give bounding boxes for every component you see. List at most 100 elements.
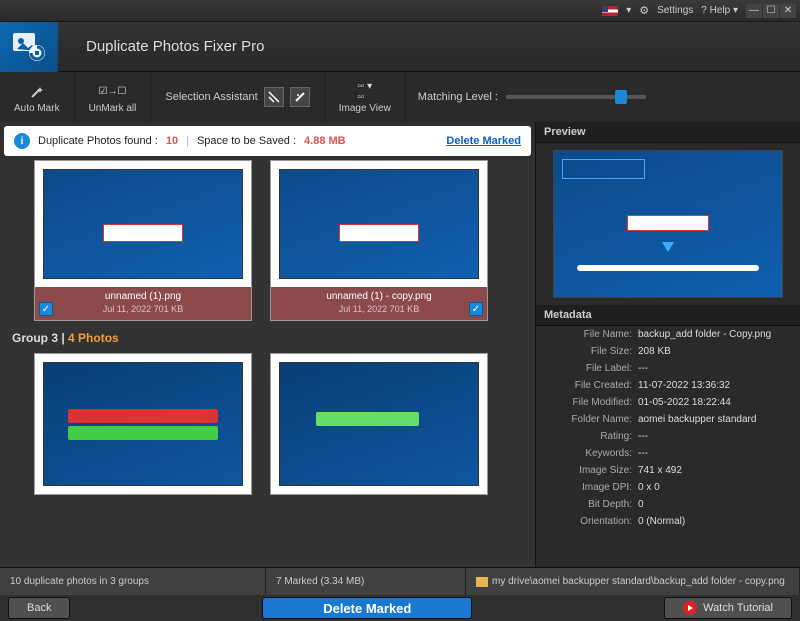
settings-link[interactable]: Settings [657,5,693,16]
image-view-button[interactable]: ▫▫ ▾▫▫ Image View [325,72,406,122]
play-icon [683,601,697,615]
toolbar: Auto Mark ☑→☐ UnMark all Selection Assis… [0,72,800,122]
metadata-row: File Label: --- [536,360,800,377]
maximize-button[interactable]: ☐ [763,4,779,18]
thumbnail-card[interactable] [34,353,252,495]
metadata-row: Folder Name: aomei backupper standard [536,411,800,428]
footer: Back Delete Marked Watch Tutorial [0,595,800,621]
metadata-label: Image DPI: [544,482,632,493]
unmark-icon: ☑→☐ [99,83,127,101]
metadata-row: File Name: backup_add folder - Copy.png [536,326,800,343]
watch-tutorial-button[interactable]: Watch Tutorial [664,597,792,619]
metadata-label: Rating: [544,431,632,442]
gear-icon[interactable] [639,4,649,17]
help-link[interactable]: ? Help ▾ [701,5,738,16]
selection-assistant-label: Selection Assistant [165,91,257,103]
thumbnail-image [279,362,479,486]
grid-icon: ▫▫ ▾▫▫ [357,83,372,101]
thumbnail-grid: ✓ unnamed (1).png Jul 11, 2022 701 KB ✓ … [0,160,535,567]
selection-tool-1[interactable] [264,87,284,107]
metadata-label: File Label: [544,363,632,374]
metadata-row: Bit Depth: 0 [536,496,800,513]
metadata-row: Image Size: 741 x 492 [536,462,800,479]
folder-icon [476,577,488,587]
metadata-label: File Modified: [544,397,632,408]
titlebar: ▾ Settings ? Help ▾ — ☐ ✕ [0,0,800,22]
status-bar: 10 duplicate photos in 3 groups 7 Marked… [0,567,800,595]
slider-thumb[interactable] [615,90,627,104]
metadata-row: Image DPI: 0 x 0 [536,479,800,496]
metadata-value: --- [638,431,648,442]
back-button[interactable]: Back [8,597,70,619]
status-left: 10 duplicate photos in 3 groups [0,568,266,595]
auto-mark-button[interactable]: Auto Mark [0,72,75,122]
matching-level-label: Matching Level : [418,91,498,103]
thumbnail-image [43,362,243,486]
thumbnail-caption: unnamed (1).png Jul 11, 2022 701 KB [35,287,251,320]
metadata-value: backup_add folder - Copy.png [638,329,771,340]
delete-marked-link[interactable]: Delete Marked [446,135,521,147]
thumbnail-card[interactable]: ✓ unnamed (1) - copy.png Jul 11, 2022 70… [270,160,488,321]
metadata-label: File Name: [544,329,632,340]
found-label: Duplicate Photos found : [38,135,158,147]
delete-marked-button[interactable]: Delete Marked [262,597,472,619]
header: Duplicate Photos Fixer Pro [0,22,800,72]
space-label: Space to be Saved : [197,135,296,147]
info-bar: i Duplicate Photos found : 10 | Space to… [4,126,531,156]
metadata-title: Metadata [536,305,800,326]
status-marked: 7 Marked (3.34 MB) [266,568,466,595]
thumbnail-card[interactable]: ✓ unnamed (1).png Jul 11, 2022 701 KB [34,160,252,321]
metadata-label: Bit Depth: [544,499,632,510]
image-view-label: Image View [339,103,391,114]
metadata-value: 741 x 492 [638,465,682,476]
app-title: Duplicate Photos Fixer Pro [86,38,800,55]
metadata-label: File Size: [544,346,632,357]
thumbnail-checkbox[interactable]: ✓ [469,302,483,316]
metadata-value: --- [638,448,648,459]
metadata-value: --- [638,363,648,374]
wand-icon [30,83,44,101]
metadata-value: 01-05-2022 18:22:44 [638,397,731,408]
thumbnail-card[interactable] [270,353,488,495]
side-panel: Preview Metadata File Name: backup_add fo… [535,122,800,567]
found-count: 10 [166,135,178,147]
metadata-row: Orientation: 0 (Normal) [536,513,800,530]
lang-flag-icon[interactable] [602,6,618,16]
metadata-panel: File Name:backup_add folder - Copy.pngFi… [536,326,800,567]
selection-tool-2[interactable] [290,87,310,107]
metadata-row: File Modified: 01-05-2022 18:22:44 [536,394,800,411]
minimize-button[interactable]: — [746,4,762,18]
metadata-value: 0 x 0 [638,482,660,493]
metadata-value: 0 (Normal) [638,516,685,527]
metadata-value: aomei backupper standard [638,414,756,425]
thumbnail-caption: unnamed (1) - copy.png Jul 11, 2022 701 … [271,287,487,320]
thumbnail-checkbox[interactable]: ✓ [39,302,53,316]
metadata-label: Image Size: [544,465,632,476]
preview-title: Preview [536,122,800,143]
close-button[interactable]: ✕ [780,4,796,18]
app-logo [0,22,58,72]
metadata-label: Keywords: [544,448,632,459]
info-icon: i [14,133,30,149]
preview-box [536,143,800,305]
status-path: my drive\aomei backupper standard\backup… [466,568,800,595]
preview-image [553,150,783,298]
lang-dropdown[interactable]: ▾ [626,5,631,16]
metadata-row: Keywords: --- [536,445,800,462]
metadata-row: File Size: 208 KB [536,343,800,360]
metadata-label: Folder Name: [544,414,632,425]
unmark-all-label: UnMark all [89,103,137,114]
metadata-value: 11-07-2022 13:36:32 [638,380,730,391]
metadata-label: File Created: [544,380,632,391]
unmark-all-button[interactable]: ☑→☐ UnMark all [75,72,152,122]
thumbnail-image [279,169,479,279]
metadata-label: Orientation: [544,516,632,527]
auto-mark-label: Auto Mark [14,103,60,114]
metadata-value: 208 KB [638,346,671,357]
matching-level: Matching Level : [406,72,658,122]
metadata-value: 0 [638,499,644,510]
matching-level-slider[interactable] [506,95,646,99]
space-value: 4.88 MB [304,135,346,147]
selection-assistant: Selection Assistant [151,72,324,122]
group-header: Group 3 | 4 Photos [0,321,535,353]
